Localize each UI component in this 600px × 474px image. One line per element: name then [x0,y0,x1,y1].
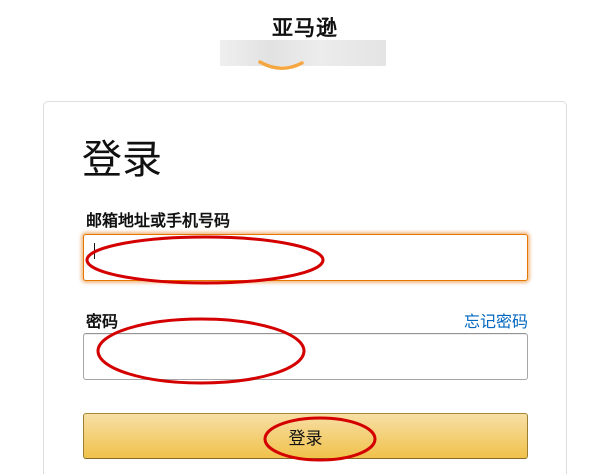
password-label: 密码 [86,312,119,331]
email-field[interactable] [83,234,528,281]
password-field[interactable] [83,333,528,380]
email-label: 邮箱地址或手机号码 [86,211,231,230]
forgot-password-link[interactable]: 忘记密码 [464,308,528,332]
signin-button[interactable]: 登录 [83,413,528,459]
amazon-smile-logo-icon [258,60,304,70]
brand-title: 亚马逊 [272,16,338,40]
signin-page: 亚马逊 登录 邮箱地址或手机号码 密码 忘记密码 登录 [0,0,600,474]
text-caret [94,243,95,259]
page-title: 登录 [82,137,162,183]
